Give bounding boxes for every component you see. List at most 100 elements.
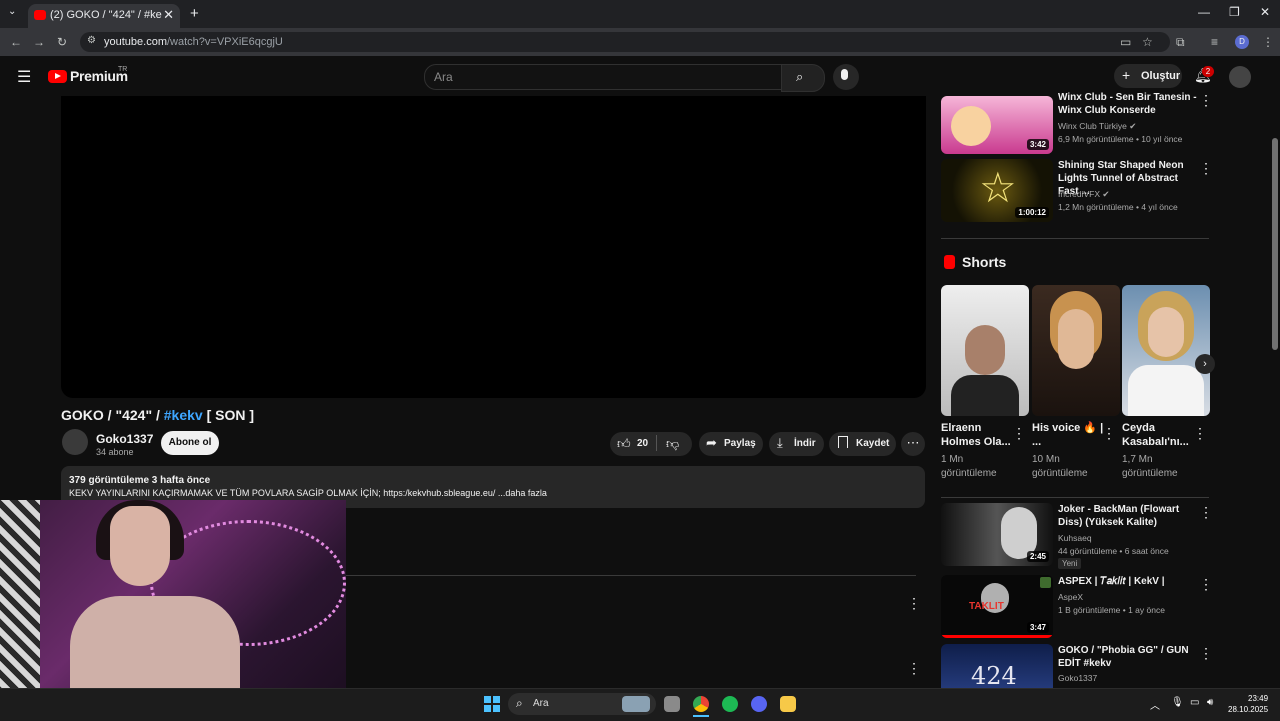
- windows-start-icon[interactable]: [484, 696, 500, 712]
- tab-list-chevron-icon[interactable]: ⌄: [8, 6, 16, 17]
- video-menu-icon[interactable]: ⋮: [1199, 160, 1213, 177]
- like-icon[interactable]: 👍︎: [617, 436, 631, 452]
- dislike-icon[interactable]: 👎︎: [666, 436, 679, 452]
- video-channel[interactable]: Kuhsaeq: [1058, 533, 1092, 543]
- video-meta: 1,2 Mn görüntüleme • 4 yıl önce: [1058, 202, 1178, 212]
- chrome-icon[interactable]: [693, 696, 709, 712]
- site-info-icon[interactable]: ⚙: [87, 35, 96, 46]
- video-title[interactable]: ASPEX | 𝑇𝑎𝑘𝑙𝑖𝑡 | KekV |: [1058, 575, 1198, 588]
- video-menu-icon[interactable]: ⋮: [1199, 645, 1213, 662]
- network-icon[interactable]: ▭: [1190, 697, 1199, 708]
- video-hashtag-link[interactable]: #kekv: [164, 407, 203, 423]
- short-title[interactable]: Elraenn Holmes Ola...: [941, 421, 1013, 449]
- video-duration: 1:00:12: [1015, 207, 1049, 218]
- video-duration: 3:47: [1026, 622, 1049, 633]
- thumbnail-figure: [965, 325, 1005, 375]
- video-player[interactable]: [61, 96, 926, 398]
- verified-check-icon: ✔: [1129, 121, 1137, 131]
- video-thumbnail[interactable]: 424: [941, 644, 1053, 688]
- browser-tab[interactable]: (2) GOKO / "424" / #kekv [ SON ] ✕: [28, 4, 180, 28]
- video-channel[interactable]: Winx Club Türkiye ✔: [1058, 121, 1136, 132]
- video-thumbnail[interactable]: TAKLIT 3:47: [941, 575, 1053, 638]
- youtube-logo-icon[interactable]: [48, 70, 67, 83]
- media-queue-icon[interactable]: ≡: [1211, 35, 1218, 49]
- video-meta: 44 görüntüleme • 6 saat önce: [1058, 546, 1169, 556]
- video-channel[interactable]: AspeX: [1058, 592, 1083, 602]
- comment-more-icon[interactable]: ⋮: [907, 660, 921, 677]
- short-menu-icon[interactable]: ⋮: [1193, 425, 1207, 442]
- active-app-indicator: [693, 715, 709, 717]
- account-avatar[interactable]: [1229, 66, 1251, 88]
- like-count[interactable]: 20: [637, 438, 648, 449]
- new-tab-icon[interactable]: +: [190, 5, 199, 22]
- more-actions-icon[interactable]: ⋯: [901, 432, 925, 456]
- section-divider: [941, 497, 1209, 498]
- short-thumbnail[interactable]: [941, 285, 1029, 416]
- video-thumbnail[interactable]: 2:45: [941, 503, 1053, 566]
- comment-more-icon[interactable]: ⋮: [907, 595, 921, 612]
- tray-chevron-icon[interactable]: ︿: [1150, 697, 1160, 712]
- page-scrollbar[interactable]: [1272, 138, 1278, 350]
- cast-icon[interactable]: ▭: [1120, 35, 1131, 49]
- video-meta: 1 B görüntüleme • 1 ay önce: [1058, 605, 1165, 615]
- tab-close-icon[interactable]: ✕: [163, 7, 174, 23]
- video-thumbnail[interactable]: 3:42: [941, 96, 1053, 154]
- back-icon[interactable]: ←: [10, 35, 22, 49]
- reload-icon[interactable]: ↻: [57, 35, 67, 49]
- profile-avatar[interactable]: D: [1235, 35, 1249, 49]
- channel-avatar[interactable]: [62, 429, 88, 455]
- video-title[interactable]: Joker - BackMan (Flowart Diss) (Yüksek K…: [1058, 503, 1198, 529]
- video-title[interactable]: Winx Club - Sen Bir Tanesin - Winx Club …: [1058, 91, 1198, 117]
- video-menu-icon[interactable]: ⋮: [1199, 504, 1213, 521]
- microphone-tray-icon[interactable]: 🎙︎: [1171, 697, 1184, 708]
- thumbnail-figure: [1128, 365, 1204, 416]
- subscribe-button[interactable]: Abone ol: [161, 431, 219, 455]
- taskbar-search[interactable]: ⌕: [508, 693, 656, 715]
- video-duration: 2:45: [1026, 551, 1049, 562]
- new-badge: Yeni: [1058, 558, 1082, 569]
- task-view-icon[interactable]: [664, 696, 680, 712]
- webcam-person-face: [110, 506, 170, 586]
- minimize-icon[interactable]: —: [1198, 5, 1210, 19]
- taskbar-clock[interactable]: 23:49 28.10.2025: [1228, 693, 1268, 715]
- like-divider: [656, 435, 657, 451]
- thumbnail-figure: [951, 375, 1019, 416]
- video-title[interactable]: GOKO / "Phobia GG" / GUN EDİT #kekv: [1058, 644, 1198, 670]
- discord-icon[interactable]: [751, 696, 767, 712]
- url-text[interactable]: youtube.com/watch?v=VPXiE6qcgjU: [104, 36, 283, 48]
- short-menu-icon[interactable]: ⋮: [1012, 425, 1026, 442]
- short-title[interactable]: His voice 🔥 | ...: [1032, 421, 1104, 449]
- logo-region-badge: TR: [118, 66, 128, 73]
- file-explorer-icon[interactable]: [780, 696, 796, 712]
- video-thumbnail[interactable]: ☆ 1:00:12: [941, 159, 1053, 222]
- video-channel[interactable]: IncrediVFX ✔: [1058, 189, 1110, 200]
- description-text[interactable]: KEKV YAYINLARINI KAÇIRMAMAK VE TÜM POVLA…: [69, 488, 547, 498]
- video-menu-icon[interactable]: ⋮: [1199, 92, 1213, 109]
- forward-icon[interactable]: →: [33, 35, 45, 49]
- voice-search-button[interactable]: [833, 64, 859, 90]
- short-thumbnail[interactable]: [1122, 285, 1210, 416]
- shorts-next-icon[interactable]: ›: [1195, 354, 1215, 374]
- section-divider: [941, 238, 1209, 239]
- window-close-icon[interactable]: ✕: [1260, 5, 1270, 19]
- channel-name[interactable]: Goko1337: [96, 432, 153, 446]
- short-views: 1,7 Mn görüntüleme: [1122, 454, 1178, 479]
- download-icon: ⤓: [777, 435, 783, 450]
- volume-icon[interactable]: 🔊︎: [1207, 697, 1213, 708]
- browser-menu-icon[interactable]: ⋮: [1262, 35, 1274, 49]
- restore-icon[interactable]: ❐: [1229, 5, 1240, 19]
- bookmark-star-icon[interactable]: ☆: [1142, 35, 1153, 49]
- hamburger-menu-icon[interactable]: ☰: [17, 67, 31, 87]
- search-input[interactable]: [424, 64, 782, 90]
- create-label: Oluştur: [1141, 70, 1181, 82]
- thumbnail-figure: [1058, 309, 1094, 369]
- short-title[interactable]: Ceyda Kasabalı'nı...: [1122, 421, 1194, 449]
- video-channel[interactable]: Goko1337: [1058, 673, 1097, 683]
- short-thumbnail[interactable]: [1032, 285, 1120, 416]
- extensions-icon[interactable]: ⧉: [1176, 35, 1185, 50]
- video-menu-icon[interactable]: ⋮: [1199, 576, 1213, 593]
- spotify-icon[interactable]: [722, 696, 738, 712]
- search-button[interactable]: ⌕: [781, 64, 825, 92]
- video-duration: 3:42: [1026, 139, 1049, 150]
- short-menu-icon[interactable]: ⋮: [1102, 425, 1116, 442]
